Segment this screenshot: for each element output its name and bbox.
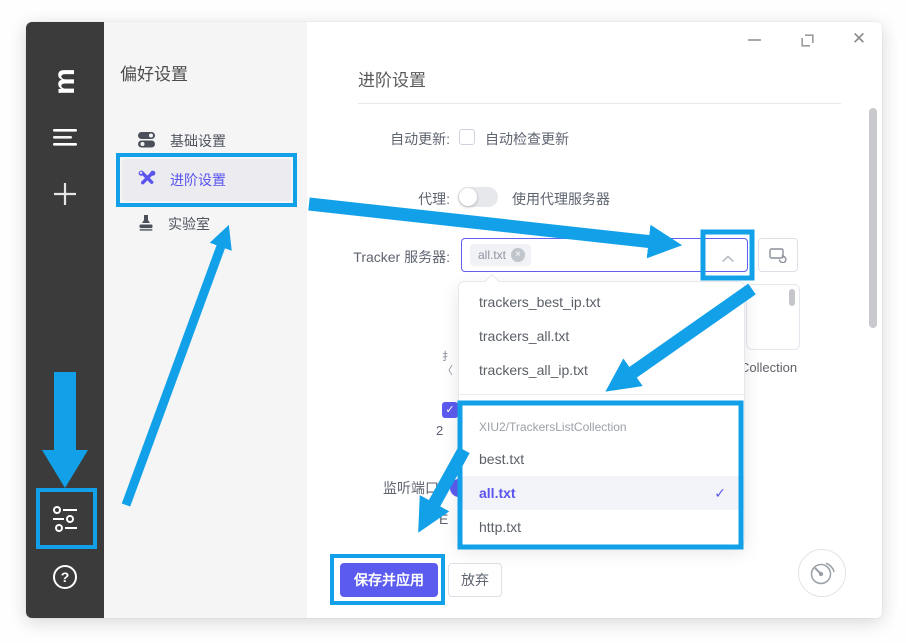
textarea-scrollbar-thumb[interactable] xyxy=(789,289,795,306)
screen: m xyxy=(0,0,906,643)
dropdown-item[interactable]: trackers_all_ip.txt xyxy=(459,353,744,387)
motrix-logo-icon: m xyxy=(43,43,87,121)
sidebar-item-basic-settings[interactable]: 基础设置 xyxy=(122,120,291,162)
collection-link-fragment: Collection xyxy=(740,360,797,375)
sidebar-item-advanced-settings[interactable]: 进阶设置 xyxy=(122,159,291,201)
preferences-title: 偏好设置 xyxy=(120,60,188,85)
tag-close-icon[interactable]: × xyxy=(511,248,525,262)
minimize-button[interactable] xyxy=(742,28,766,52)
sync-trackers-button[interactable] xyxy=(758,238,798,272)
tracker-select[interactable]: all.txt × xyxy=(461,238,748,272)
listen-port-label: 监听端口 xyxy=(383,478,439,498)
dropdown-group-label: XIU2/TrackersListCollection xyxy=(459,417,744,437)
app-sidebar: m xyxy=(26,22,104,618)
preferences-icon[interactable] xyxy=(26,502,104,536)
main-scrollbar-thumb[interactable] xyxy=(869,108,877,328)
close-button[interactable]: ✕ xyxy=(845,24,873,54)
preferences-sidebar: 偏好设置 基础设置 xyxy=(104,22,307,618)
speed-gauge-button[interactable] xyxy=(798,549,846,597)
auto-update-checkbox[interactable] xyxy=(459,129,475,145)
auto-update-label: 自动更新: xyxy=(307,129,450,149)
check-icon: ✓ xyxy=(714,476,726,510)
chevron-up-icon[interactable] xyxy=(721,250,735,268)
add-task-icon[interactable] xyxy=(26,177,104,211)
discard-button[interactable]: 放弃 xyxy=(448,563,502,597)
dropdown-divider xyxy=(459,394,744,395)
sidebar-item-label: 进阶设置 xyxy=(170,170,226,190)
auto-update-checkbox-label: 自动检查更新 xyxy=(485,129,569,149)
toggles-icon xyxy=(138,131,156,151)
task-list-icon[interactable] xyxy=(26,122,104,152)
auto-sync-checkbox-fragment[interactable]: ✓ xyxy=(442,402,458,418)
page-title: 进阶设置 xyxy=(358,66,426,91)
title-divider xyxy=(358,103,841,104)
help-icon[interactable]: ? xyxy=(26,560,104,594)
hidden-text-fragment: E xyxy=(439,511,448,527)
sidebar-item-label: 基础设置 xyxy=(170,131,226,151)
selected-tracker-tag: all.txt × xyxy=(470,244,531,266)
proxy-label: 代理: xyxy=(307,189,450,209)
tracker-dropdown: trackers_best_ip.txt trackers_all.txt tr… xyxy=(458,281,745,546)
proxy-toggle[interactable] xyxy=(458,187,498,207)
toggle-knob xyxy=(459,188,477,206)
dropdown-item[interactable]: best.txt xyxy=(459,442,744,476)
save-and-apply-button[interactable]: 保存并应用 xyxy=(340,563,438,597)
tools-icon xyxy=(138,170,156,191)
stamp-icon xyxy=(138,214,154,234)
maximize-button[interactable] xyxy=(795,28,819,52)
tracker-label: Tracker 服务器: xyxy=(307,247,450,267)
tracker-list-textarea[interactable] xyxy=(746,284,800,350)
dropdown-item[interactable]: trackers_best_ip.txt xyxy=(459,285,744,319)
proxy-toggle-label: 使用代理服务器 xyxy=(512,189,610,209)
sidebar-item-lab[interactable]: 实验室 xyxy=(122,203,291,245)
preferences-window: m xyxy=(26,22,882,618)
hidden-text-fragment: 〈 xyxy=(442,362,453,378)
dropdown-item[interactable]: http.txt xyxy=(459,510,744,544)
dropdown-item-selected[interactable]: all.txt ✓ xyxy=(459,476,744,510)
hidden-text-fragment: 2 xyxy=(436,423,443,438)
main-panel: ✕ 进阶设置 自动更新: 自动检查更新 代理: 使用代理服务器 Tracker … xyxy=(307,22,882,618)
dropdown-item[interactable]: trackers_all.txt xyxy=(459,319,744,353)
sidebar-item-label: 实验室 xyxy=(168,214,210,234)
